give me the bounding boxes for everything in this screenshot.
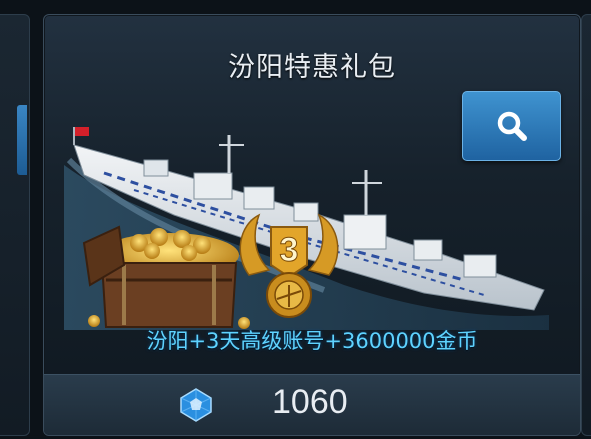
gem-icon	[180, 388, 212, 422]
price-bar[interactable]: 1060	[44, 374, 580, 435]
previous-pack-search-button[interactable]	[17, 105, 27, 175]
next-pack-card[interactable]	[581, 14, 591, 436]
pack-title: 汾阳特惠礼包	[228, 52, 396, 83]
pack-description: 汾阳+3天高级账号+3600000金币	[146, 329, 478, 353]
rank-badge-number: 3	[280, 231, 299, 269]
previous-pack-card[interactable]	[0, 14, 30, 436]
price-value: 1060	[272, 383, 348, 421]
treasure-chest-icon	[82, 225, 250, 329]
gift-pack-card[interactable]: 汾阳特惠礼包 3 汾阳+3天高级账号+3600000金币 1060	[43, 14, 581, 436]
pack-illustration: 3	[64, 127, 549, 330]
